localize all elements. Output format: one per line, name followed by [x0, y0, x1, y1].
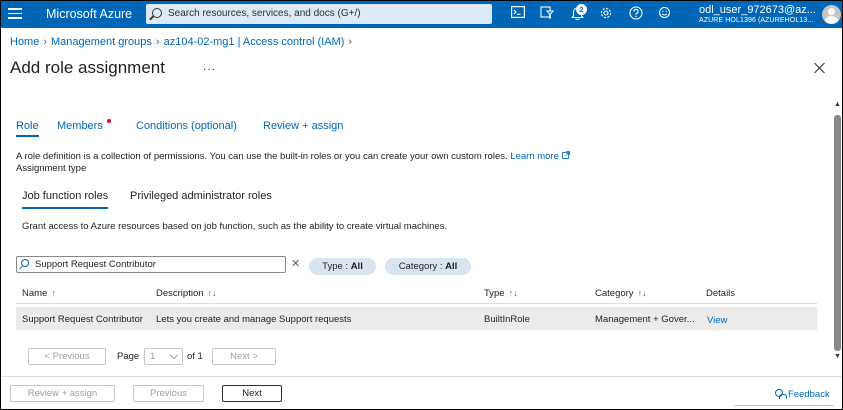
- brand-title[interactable]: Microsoft Azure: [46, 7, 132, 21]
- tab-privileged-admin-roles[interactable]: Privileged administrator roles: [130, 190, 272, 202]
- type-filter-pill[interactable]: Type : All: [309, 258, 376, 275]
- vertical-scrollbar[interactable]: ▲ ▼: [833, 101, 842, 367]
- required-dot-icon: [107, 119, 111, 123]
- next-button[interactable]: Next: [222, 385, 282, 402]
- scroll-thumb[interactable]: [834, 115, 841, 351]
- directory-filter-icon[interactable]: [539, 6, 555, 22]
- role-search-input[interactable]: [35, 258, 280, 271]
- review-assign-button[interactable]: Review + assign: [10, 385, 115, 402]
- role-description-text: A role definition is a collection of per…: [16, 151, 508, 162]
- page-select[interactable]: 1: [144, 348, 183, 365]
- breadcrumb-home[interactable]: Home: [10, 36, 39, 48]
- row-name[interactable]: Support Request Contributor: [22, 314, 143, 325]
- chevron-down-icon: [169, 350, 179, 360]
- search-input[interactable]: [168, 6, 486, 21]
- row-description: Lets you create and manage Support reque…: [156, 314, 352, 325]
- column-header-details: Details: [706, 288, 736, 299]
- column-header-category-label: Category: [595, 288, 634, 299]
- table-divider: [16, 303, 817, 304]
- gear-icon[interactable]: [598, 6, 614, 22]
- external-link-icon: [561, 151, 570, 159]
- column-header-name-label: Name: [22, 288, 48, 299]
- role-description: A role definition is a collection of per…: [16, 151, 570, 162]
- sort-up-icon: ↑: [51, 288, 56, 298]
- scroll-down-icon[interactable]: ▼: [834, 353, 841, 360]
- tab-role[interactable]: Role: [16, 120, 39, 137]
- previous-button[interactable]: Previous: [133, 385, 204, 402]
- resize-grip: [734, 405, 834, 408]
- top-bar: Microsoft Azure 2 odl_user_972673@az... …: [1, 1, 842, 28]
- page-select-value: 1: [150, 351, 156, 362]
- tab-job-function-roles[interactable]: Job function roles: [22, 190, 109, 209]
- tab-conditions[interactable]: Conditions (optional): [136, 120, 237, 132]
- assignment-type-label: Assignment type: [16, 163, 87, 174]
- sort-icon: ↑↓: [637, 288, 647, 298]
- previous-page-button[interactable]: < Previous: [28, 348, 106, 365]
- tab-members[interactable]: Members: [57, 120, 103, 132]
- user-tenant[interactable]: AZURE HOL1396 (AZUREHOL13...: [699, 17, 813, 24]
- grant-description: Grant access to Azure resources based on…: [22, 221, 448, 232]
- feedback-label: Feedback: [788, 389, 830, 400]
- column-header-description-label: Description: [156, 288, 204, 299]
- chevron-right-icon: ›: [155, 36, 160, 48]
- type-filter-value: All: [350, 261, 363, 272]
- role-search-box[interactable]: [16, 256, 286, 273]
- page-label: Page: [117, 351, 140, 362]
- notification-badge: 2: [576, 4, 587, 15]
- footer-divider: [1, 376, 842, 377]
- user-name[interactable]: odl_user_972673@az...: [699, 4, 816, 16]
- column-header-category[interactable]: Category ↑↓: [595, 288, 647, 299]
- hamburger-menu-icon[interactable]: [8, 8, 22, 20]
- column-header-type-label: Type: [484, 288, 505, 299]
- breadcrumb: Home › Management groups › az104-02-mg1 | Ac…: [10, 36, 356, 48]
- search-icon: [152, 8, 162, 18]
- terminal-icon[interactable]: [510, 6, 526, 22]
- sort-icon: ↑↓: [207, 288, 217, 298]
- learn-more-link[interactable]: Learn more: [510, 151, 559, 162]
- avatar[interactable]: [822, 5, 841, 24]
- column-header-description[interactable]: Description ↑↓: [156, 288, 217, 299]
- page-title: Add role assignment: [10, 58, 165, 77]
- feedback-smile-icon[interactable]: [657, 6, 673, 22]
- help-icon[interactable]: [628, 6, 644, 22]
- more-options-icon[interactable]: ...: [203, 59, 216, 73]
- row-details: View: [707, 315, 727, 326]
- tab-review-assign[interactable]: Review + assign: [263, 120, 343, 132]
- global-search[interactable]: [146, 4, 492, 24]
- portal-window: Microsoft Azure 2 odl_user_972673@az... …: [0, 0, 843, 410]
- row-type: BuiltInRole: [484, 314, 530, 325]
- chevron-right-icon: ›: [43, 36, 48, 48]
- category-filter-label: Category :: [398, 261, 446, 272]
- breadcrumb-access-control[interactable]: az104-02-mg1 | Access control (IAM): [164, 36, 345, 48]
- sort-icon: ↑↓: [508, 288, 518, 298]
- column-header-name[interactable]: Name ↑: [22, 288, 56, 299]
- breadcrumb-management-groups[interactable]: Management groups: [51, 36, 152, 48]
- column-header-type[interactable]: Type ↑↓: [484, 288, 518, 299]
- next-page-button[interactable]: Next >: [212, 348, 276, 365]
- type-filter-label: Type :: [322, 261, 351, 272]
- chevron-right-icon: ›: [348, 36, 353, 48]
- close-icon[interactable]: [813, 61, 827, 75]
- scroll-up-icon[interactable]: ▲: [834, 101, 841, 108]
- clear-search-icon[interactable]: ✕: [291, 257, 300, 270]
- view-details-link[interactable]: View: [707, 315, 727, 326]
- row-category: Management + Gover...: [595, 314, 695, 325]
- feedback-link[interactable]: Feedback: [774, 388, 830, 400]
- page-of-label: of 1: [187, 351, 203, 362]
- category-filter-pill[interactable]: Category : All: [385, 258, 471, 275]
- category-filter-value: All: [445, 261, 458, 272]
- search-icon: [21, 259, 29, 267]
- person-feedback-icon: [774, 388, 787, 399]
